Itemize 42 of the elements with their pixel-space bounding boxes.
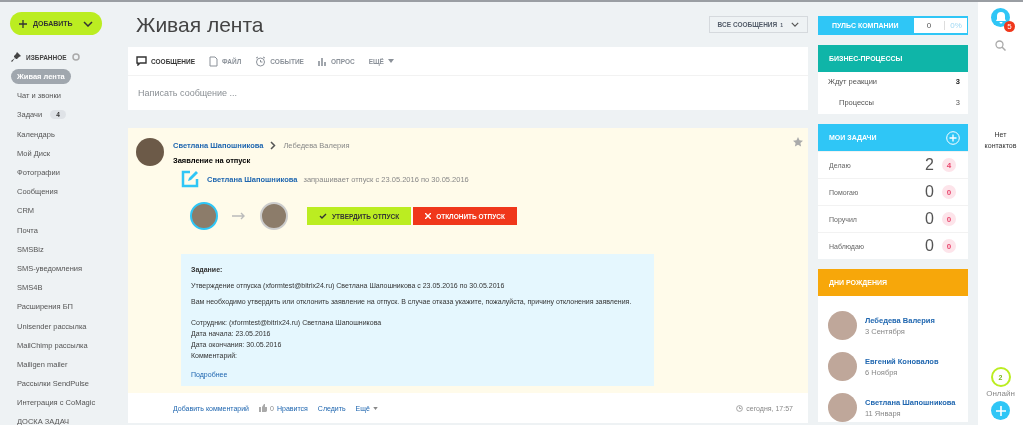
count-badge: 0 — [942, 239, 956, 253]
clock-icon — [736, 404, 744, 412]
caret-icon — [387, 59, 394, 63]
add-button[interactable] — [991, 401, 1010, 420]
bell-icon — [994, 11, 1007, 24]
check-icon — [319, 213, 327, 219]
photo-placeholder — [828, 311, 857, 340]
task-count: 0 — [925, 237, 934, 255]
notification-badge: 5 — [1004, 21, 1015, 32]
chevron-icon — [270, 141, 277, 150]
alarm-clock-icon — [255, 55, 267, 67]
close-icon — [425, 213, 432, 219]
pin-icon — [11, 52, 21, 62]
search-icon[interactable] — [995, 40, 1006, 51]
plus-icon — [19, 19, 27, 28]
plus-icon — [995, 405, 1006, 416]
bar-chart-icon — [317, 56, 327, 66]
caret-icon — [372, 406, 378, 410]
star-icon[interactable] — [793, 137, 803, 147]
speech-bubble-icon — [136, 56, 147, 66]
task-count: 2 — [925, 156, 934, 174]
notifications-button[interactable] — [991, 8, 1010, 27]
avatar-placeholder — [260, 202, 288, 230]
arrow-icon — [232, 212, 246, 220]
task-count: 0 — [925, 183, 934, 201]
photo-placeholder — [828, 393, 857, 422]
count-badge: 0 — [942, 212, 956, 226]
photo-placeholder — [828, 352, 857, 381]
count-badge: 0 — [942, 185, 956, 199]
online-label: Онлайн — [986, 389, 1015, 398]
settings-icon[interactable] — [71, 53, 80, 61]
count-badge: 4 — [942, 158, 956, 172]
chevron-icon — [791, 22, 799, 27]
file-icon — [209, 55, 218, 67]
add-icon[interactable] — [946, 130, 960, 145]
photo-placeholder — [190, 202, 218, 230]
task-count: 0 — [925, 210, 934, 228]
edit-icon — [181, 170, 199, 188]
photo-placeholder — [136, 138, 164, 166]
thumbs-up-icon — [259, 404, 268, 412]
page-title: Живая лента — [136, 12, 264, 37]
chevron-icon — [83, 20, 93, 27]
